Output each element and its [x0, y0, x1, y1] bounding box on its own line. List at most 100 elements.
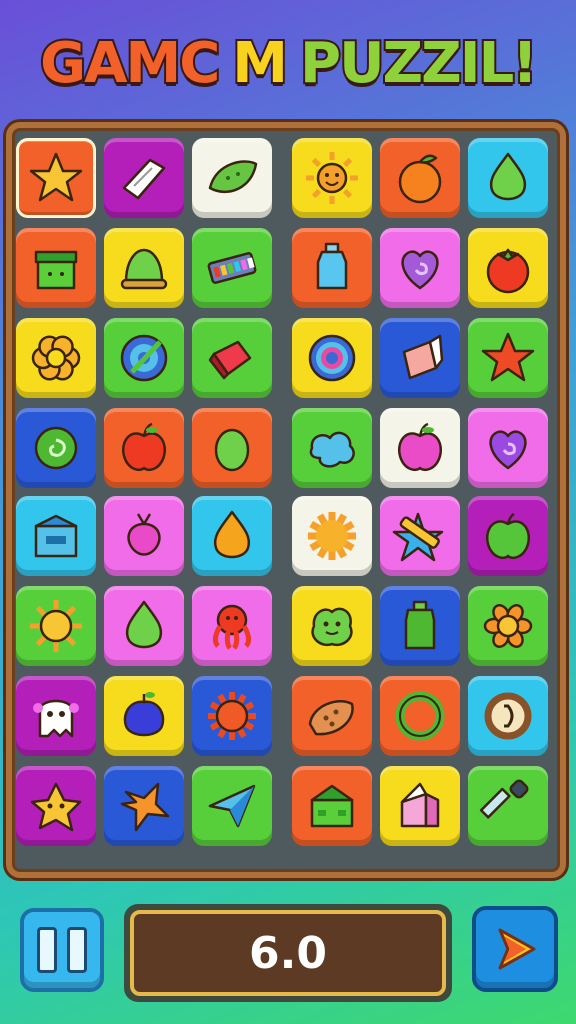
puzzle-tile[interactable]	[104, 766, 184, 846]
puzzle-tile[interactable]	[468, 228, 548, 308]
score-panel: 6.0	[124, 904, 452, 1002]
puzzle-tile[interactable]	[192, 138, 272, 218]
green-drop-icon	[125, 600, 163, 649]
play-arrow-icon	[498, 928, 536, 970]
pink-apple-icon	[397, 422, 443, 472]
yellow-sun-icon	[30, 600, 82, 652]
pink-radish-icon	[127, 513, 161, 556]
puzzle-tile[interactable]	[192, 676, 272, 756]
puzzle-tile[interactable]	[380, 138, 460, 218]
puzzle-tile[interactable]	[104, 318, 184, 398]
paper-box-icon	[402, 334, 444, 380]
star-icon	[29, 152, 83, 202]
bottom-bar: 6.0	[0, 896, 576, 1024]
puzzle-tile[interactable]	[468, 676, 548, 756]
puzzle-tile[interactable]	[468, 408, 548, 488]
title-part-3: PUZZIL!	[298, 29, 540, 98]
puzzle-tile[interactable]	[192, 318, 272, 398]
paper-icon	[122, 158, 166, 200]
puzzle-tile[interactable]	[16, 676, 96, 756]
pink-box-icon	[400, 782, 440, 828]
cookie-icon	[308, 699, 354, 736]
puzzle-tile[interactable]	[104, 228, 184, 308]
green-jar-icon	[404, 600, 436, 650]
swirl-heart-icon	[401, 250, 439, 290]
puzzle-tile[interactable]	[468, 138, 548, 218]
puzzle-tile[interactable]	[380, 408, 460, 488]
red-apple-icon	[121, 422, 167, 472]
blue-splat-icon	[309, 431, 355, 468]
target-icon	[120, 334, 168, 382]
tomato-icon	[486, 248, 530, 294]
red-gem-icon	[208, 340, 252, 380]
red-octopus-icon	[212, 604, 252, 650]
cheese-icon	[30, 782, 82, 832]
red-sun-icon	[208, 692, 256, 740]
puzzle-tile[interactable]	[16, 318, 96, 398]
green-bell-icon	[120, 248, 168, 290]
orange-star-icon	[120, 782, 170, 832]
puzzle-tile[interactable]	[292, 586, 372, 666]
puzzle-tile[interactable]	[468, 318, 548, 398]
puzzle-tile[interactable]	[192, 496, 272, 576]
green-egg-icon	[214, 428, 250, 472]
puzzle-board	[6, 122, 566, 878]
puzzle-tile[interactable]	[192, 408, 272, 488]
puzzle-tile[interactable]	[380, 496, 460, 576]
green-blob-icon	[311, 607, 353, 647]
puzzle-tile[interactable]	[192, 586, 272, 666]
puzzle-tile[interactable]	[104, 138, 184, 218]
play-button[interactable]	[472, 906, 558, 992]
puzzle-tile[interactable]	[104, 586, 184, 666]
sun-face-icon	[306, 152, 358, 204]
puzzle-tile[interactable]	[16, 228, 96, 308]
puzzle-tile[interactable]	[380, 676, 460, 756]
puzzle-tile[interactable]	[292, 228, 372, 308]
orange-drop-icon	[213, 510, 251, 559]
green-house-icon	[310, 784, 354, 828]
puzzle-tile[interactable]	[104, 496, 184, 576]
green-swirl-icon	[34, 426, 78, 470]
brown-ring-icon	[484, 692, 532, 740]
keyboard-icon	[207, 252, 257, 284]
puzzle-tile[interactable]	[292, 408, 372, 488]
pause-icon	[37, 927, 57, 973]
puzzle-tile[interactable]	[16, 408, 96, 488]
green-box-icon	[34, 250, 78, 290]
puzzle-tile[interactable]	[16, 496, 96, 576]
leaf-icon	[208, 160, 258, 194]
blue-box-icon	[34, 514, 78, 558]
puzzle-tile[interactable]	[104, 408, 184, 488]
green-apple-icon	[485, 512, 531, 560]
crayon-star-icon	[392, 512, 444, 562]
puzzle-tile[interactable]	[380, 318, 460, 398]
puzzle-tile[interactable]	[192, 766, 272, 846]
puzzle-tile[interactable]	[292, 496, 372, 576]
puzzle-tile[interactable]	[292, 766, 372, 846]
orange-burst-icon	[308, 512, 356, 560]
puzzle-tile[interactable]	[292, 676, 372, 756]
puzzle-tile[interactable]	[380, 228, 460, 308]
puzzle-tile[interactable]	[468, 766, 548, 846]
title-part-2: M	[230, 29, 290, 98]
pause-icon-bar	[67, 927, 87, 973]
spiral-icon	[308, 334, 356, 382]
puzzle-tile[interactable]	[468, 496, 548, 576]
puzzle-tile[interactable]	[192, 228, 272, 308]
green-ring-icon	[395, 691, 445, 741]
puzzle-tile[interactable]	[468, 586, 548, 666]
puzzle-tile[interactable]	[16, 138, 96, 218]
puzzle-tile[interactable]	[380, 766, 460, 846]
puzzle-tile[interactable]	[292, 318, 372, 398]
pause-button[interactable]	[20, 908, 104, 992]
bottle-icon	[316, 242, 348, 290]
score-value: 6.0	[130, 910, 446, 996]
puzzle-tile[interactable]	[16, 766, 96, 846]
puzzle-tile[interactable]	[292, 138, 372, 218]
puzzle-tile[interactable]	[104, 676, 184, 756]
ghost-icon	[33, 699, 79, 738]
puzzle-tile[interactable]	[380, 586, 460, 666]
purple-swirl-icon	[489, 430, 527, 470]
puzzle-tile[interactable]	[16, 586, 96, 666]
orange-fruit-icon	[398, 154, 442, 204]
